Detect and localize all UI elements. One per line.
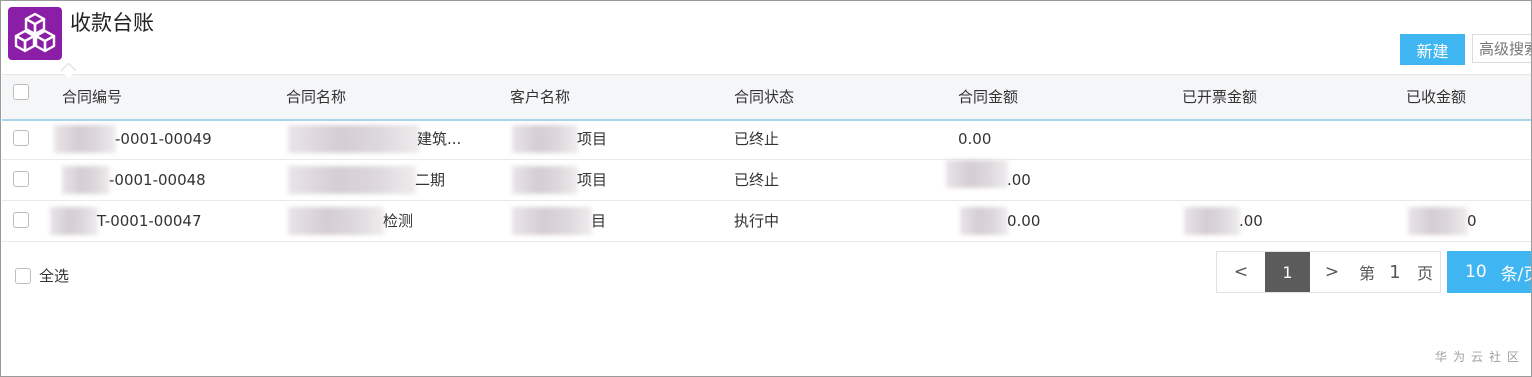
watermark: 华为云社区 xyxy=(1435,350,1526,364)
cell-contract-code: -0001-00049 xyxy=(115,130,212,148)
page-size-select[interactable]: 10 条/页 xyxy=(1447,251,1531,293)
pagination: < 1 > 第 1 页 xyxy=(1216,251,1441,293)
redacted-block xyxy=(512,166,578,194)
redacted-block xyxy=(288,207,384,235)
cell-received: 0 xyxy=(1467,212,1477,230)
redacted-block xyxy=(62,166,110,194)
column-header-contract-code[interactable]: 合同编号 xyxy=(62,75,122,119)
page-size-value: 10 xyxy=(1465,262,1487,282)
cell-contract-name[interactable]: 建筑... xyxy=(417,119,461,159)
next-page-button[interactable]: > xyxy=(1310,252,1354,292)
select-all-label: 全选 xyxy=(39,267,70,285)
table-row[interactable]: -0001-00048 二期 项目 已终止 .00 xyxy=(2,160,1531,201)
redacted-block xyxy=(50,207,98,235)
column-header-received-amount[interactable]: 已收金额 xyxy=(1406,75,1466,119)
column-header-contract-name[interactable]: 合同名称 xyxy=(286,75,346,119)
page-title: 收款台账 xyxy=(70,11,154,35)
cell-status: 执行中 xyxy=(734,212,780,230)
redacted-block xyxy=(946,160,1008,188)
cell-contract-code: T-0001-00047 xyxy=(97,212,202,230)
redacted-block xyxy=(1408,207,1468,235)
cell-status: 已终止 xyxy=(734,130,780,148)
redacted-block xyxy=(960,207,1008,235)
row-checkbox[interactable] xyxy=(13,171,29,187)
page-prefix-label: 第 xyxy=(1358,264,1375,283)
table-row[interactable]: T-0001-00047 检测 目 执行中 0.00 .00 0 xyxy=(2,201,1531,242)
redacted-block xyxy=(288,125,420,153)
cell-customer-name: 项目 xyxy=(577,130,608,148)
cell-contract-code: -0001-00048 xyxy=(109,171,206,189)
column-header-invoiced-amount[interactable]: 已开票金额 xyxy=(1182,75,1257,119)
prev-page-button[interactable]: < xyxy=(1217,252,1265,292)
redacted-block xyxy=(288,166,416,194)
cell-amount: 0.00 xyxy=(1007,212,1041,230)
page-number-input[interactable]: 1 xyxy=(1380,252,1410,292)
column-header-customer-name[interactable]: 客户名称 xyxy=(510,75,570,119)
cubes-icon xyxy=(8,7,62,60)
redacted-block xyxy=(512,125,578,153)
current-page-button[interactable]: 1 xyxy=(1265,252,1310,292)
redacted-block xyxy=(512,207,592,235)
cell-contract-name[interactable]: 二期 xyxy=(415,160,445,200)
redacted-block xyxy=(1184,207,1240,235)
cell-amount: 0.00 xyxy=(958,130,992,148)
column-header-contract-amount[interactable]: 合同金额 xyxy=(958,75,1018,119)
redacted-block xyxy=(54,125,116,153)
new-button[interactable]: 新建 xyxy=(1400,34,1465,65)
table-row[interactable]: -0001-00049 建筑... 项目 已终止 0.00 xyxy=(2,119,1531,160)
cell-contract-name[interactable]: 检测 xyxy=(383,201,413,241)
page-size-unit: 条/页 xyxy=(1500,264,1531,285)
cell-customer-name: 项目 xyxy=(577,171,608,189)
cell-customer-name: 目 xyxy=(591,212,607,230)
app-window: 收款台账 新建 高级搜索 合同编号 合同名称 客户名称 合同状态 合同金额 已开… xyxy=(0,0,1532,377)
advanced-search-button[interactable]: 高级搜索 xyxy=(1472,34,1531,63)
cell-status: 已终止 xyxy=(734,171,780,189)
select-all-checkbox[interactable] xyxy=(15,267,31,284)
column-header-contract-status[interactable]: 合同状态 xyxy=(734,75,794,119)
row-checkbox[interactable] xyxy=(13,130,29,146)
header-checkbox[interactable] xyxy=(13,84,29,100)
table-header: 合同编号 合同名称 客户名称 合同状态 合同金额 已开票金额 已收金额 xyxy=(2,74,1531,121)
cell-amount: .00 xyxy=(1007,171,1031,189)
select-all[interactable]: 全选 xyxy=(15,265,69,286)
cell-invoiced: .00 xyxy=(1239,212,1263,230)
page-suffix-label: 页 xyxy=(1416,264,1433,283)
row-checkbox[interactable] xyxy=(13,212,29,228)
